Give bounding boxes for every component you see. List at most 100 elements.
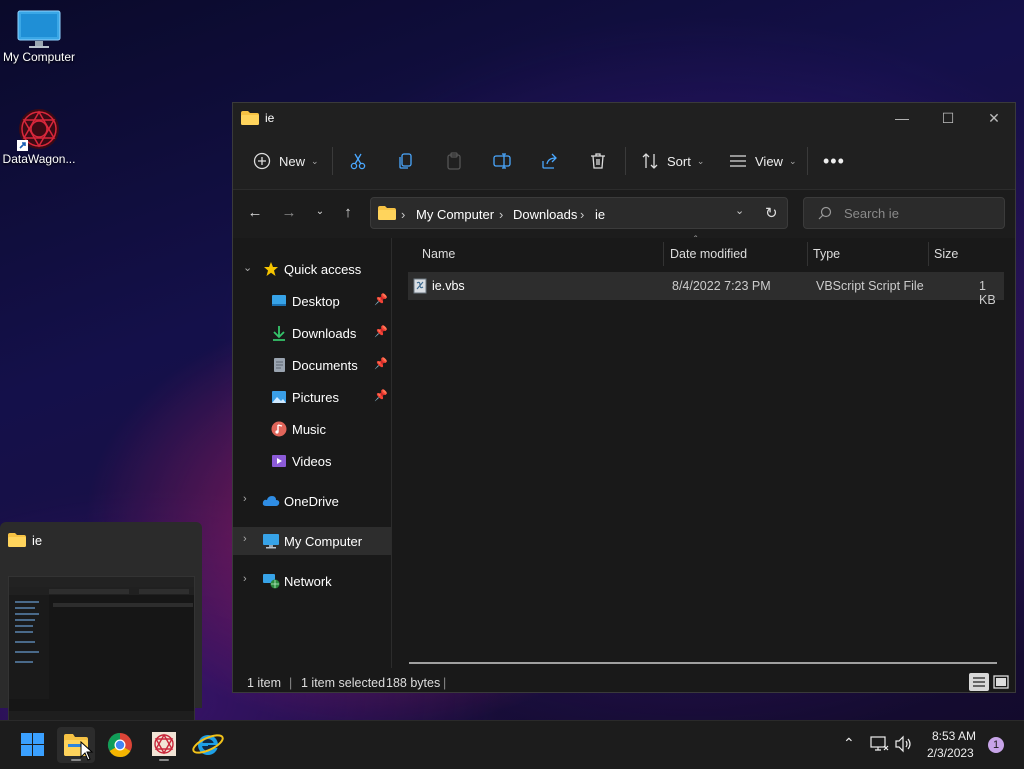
- toolbar-divider: [332, 147, 333, 175]
- status-bar: 1 item | 1 item selected 188 bytes |: [233, 672, 1015, 692]
- sort-button[interactable]: Sort ⌄: [641, 149, 704, 173]
- nav-label: Music: [292, 422, 326, 437]
- volume-tray-icon[interactable]: [894, 735, 914, 756]
- close-button[interactable]: ✕: [971, 103, 1017, 133]
- nav-item-videos[interactable]: Videos: [233, 447, 391, 475]
- ellipsis-icon: •••: [823, 150, 845, 171]
- navigation-pane: ⌄ Quick access Desktop 📌 Downloads 📌 Doc…: [233, 238, 392, 668]
- title-bar[interactable]: ie — ☐ ✕: [233, 103, 1015, 133]
- pin-icon: 📌: [374, 294, 388, 306]
- preview-thumbnail: [8, 576, 195, 723]
- chevron-down-icon: ⌄: [788, 155, 797, 166]
- copy-button[interactable]: [397, 149, 415, 173]
- taskbar: ⌃ 8:53 AM 2/3/2023 1: [0, 720, 1024, 769]
- nav-label: Downloads: [292, 326, 357, 341]
- column-divider[interactable]: [807, 242, 808, 266]
- breadcrumb-downloads[interactable]: Downloads: [513, 207, 577, 222]
- nav-label: Documents: [292, 358, 358, 373]
- back-button[interactable]: ←: [245, 204, 265, 224]
- column-header-name[interactable]: Name: [422, 247, 455, 261]
- more-options-button[interactable]: •••: [823, 149, 845, 173]
- video-icon: [272, 455, 286, 467]
- horizontal-scrollbar[interactable]: [409, 662, 997, 664]
- picture-icon: [272, 391, 286, 403]
- nav-item-music[interactable]: Music: [233, 415, 391, 443]
- column-divider[interactable]: [663, 242, 664, 266]
- toolbar-divider: [625, 147, 626, 175]
- nav-item-desktop[interactable]: Desktop 📌: [233, 287, 391, 315]
- search-icon: [818, 206, 832, 220]
- address-bar[interactable]: › My Computer › Downloads › ie ⌄ ↻: [370, 197, 788, 229]
- nav-item-documents[interactable]: Documents 📌: [233, 351, 391, 379]
- start-button[interactable]: [13, 727, 51, 763]
- pin-icon: 📌: [374, 390, 388, 402]
- minimize-button[interactable]: —: [879, 103, 925, 133]
- cut-button[interactable]: [349, 149, 367, 173]
- rename-button[interactable]: [493, 149, 511, 173]
- sort-icon: [642, 153, 658, 169]
- file-size: 1 KB: [979, 279, 996, 307]
- show-hidden-icons-button[interactable]: ⌃: [843, 735, 855, 752]
- chevron-right-icon: ›: [243, 493, 247, 505]
- desktop-icon-datawagon[interactable]: DataWagon...: [0, 106, 78, 166]
- recent-locations-button[interactable]: ⌄: [310, 206, 330, 226]
- maximize-button[interactable]: ☐: [925, 103, 971, 133]
- plus-circle-icon: [253, 152, 271, 170]
- details-view-button[interactable]: [969, 673, 989, 691]
- nav-item-pictures[interactable]: Pictures 📌: [233, 383, 391, 411]
- breadcrumb-separator: ›: [401, 207, 406, 222]
- nav-onedrive[interactable]: › OneDrive: [233, 487, 391, 515]
- notification-count: 1: [992, 739, 1000, 751]
- column-header-date-modified[interactable]: Date modified: [670, 247, 747, 261]
- address-history-chevron-icon[interactable]: ⌄: [735, 204, 744, 217]
- column-divider[interactable]: [928, 242, 929, 266]
- monitor-icon: [263, 534, 279, 549]
- file-date: 8/4/2022 7:23 PM: [672, 279, 771, 293]
- taskbar-internet-explorer[interactable]: [189, 727, 227, 763]
- mouse-cursor-icon: [80, 741, 94, 761]
- delete-button[interactable]: [589, 149, 607, 173]
- view-label: View: [755, 153, 783, 169]
- status-divider: |: [289, 676, 293, 690]
- selected-size: 188 bytes: [386, 676, 441, 690]
- chevron-down-icon: ⌄: [696, 155, 705, 166]
- view-list-icon: [730, 155, 746, 167]
- nav-network[interactable]: › Network: [233, 567, 391, 595]
- copy-icon: [399, 153, 412, 169]
- taskbar-datawagon[interactable]: [145, 727, 183, 763]
- chrome-icon: [107, 733, 132, 758]
- tiles-view-button[interactable]: [991, 673, 1011, 691]
- refresh-button[interactable]: ↻: [765, 204, 778, 222]
- nav-my-computer[interactable]: › My Computer: [233, 527, 391, 555]
- search-input[interactable]: Search ie: [803, 197, 1005, 229]
- new-button[interactable]: New ⌄: [253, 149, 319, 173]
- column-header-size[interactable]: Size: [934, 247, 958, 261]
- details-view-icon: [973, 677, 985, 687]
- clock-date[interactable]: 2/3/2023: [927, 746, 974, 760]
- notification-badge[interactable]: 1: [988, 737, 1004, 753]
- nav-quick-access[interactable]: ⌄ Quick access: [233, 255, 391, 283]
- paste-button[interactable]: [445, 149, 463, 173]
- share-button[interactable]: [541, 149, 559, 173]
- breadcrumb-my-computer[interactable]: My Computer: [416, 207, 494, 222]
- column-header-type[interactable]: Type: [813, 247, 840, 261]
- file-row[interactable]: ie.vbs 8/4/2022 7:23 PM VBScript Script …: [408, 272, 1004, 307]
- taskbar-chrome[interactable]: [101, 727, 139, 763]
- nav-label: Network: [284, 574, 332, 589]
- desktop-icon-my-computer[interactable]: My Computer: [0, 10, 78, 64]
- toolbar-divider: [807, 147, 808, 175]
- up-button[interactable]: ↑: [338, 204, 358, 224]
- forward-button[interactable]: →: [279, 204, 299, 224]
- nav-item-downloads[interactable]: Downloads 📌: [233, 319, 391, 347]
- trash-icon: [591, 153, 605, 169]
- clock-time[interactable]: 8:53 AM: [932, 729, 976, 743]
- taskbar-thumbnail-preview[interactable]: ie: [0, 522, 202, 723]
- file-list: ˆ Name Date modified Type Size ie.vbs 8/…: [392, 235, 1015, 668]
- breadcrumb-ie[interactable]: ie: [595, 207, 605, 222]
- file-name: ie.vbs: [432, 279, 465, 293]
- explorer-window: ie — ☐ ✕ New ⌄ Sort ⌄ View ⌄ ••• ← → ⌄ ↑…: [232, 102, 1016, 693]
- breadcrumb-separator: ›: [580, 207, 585, 222]
- network-tray-icon[interactable]: [869, 735, 889, 756]
- view-button[interactable]: View ⌄: [729, 149, 797, 173]
- star-icon: [264, 262, 278, 276]
